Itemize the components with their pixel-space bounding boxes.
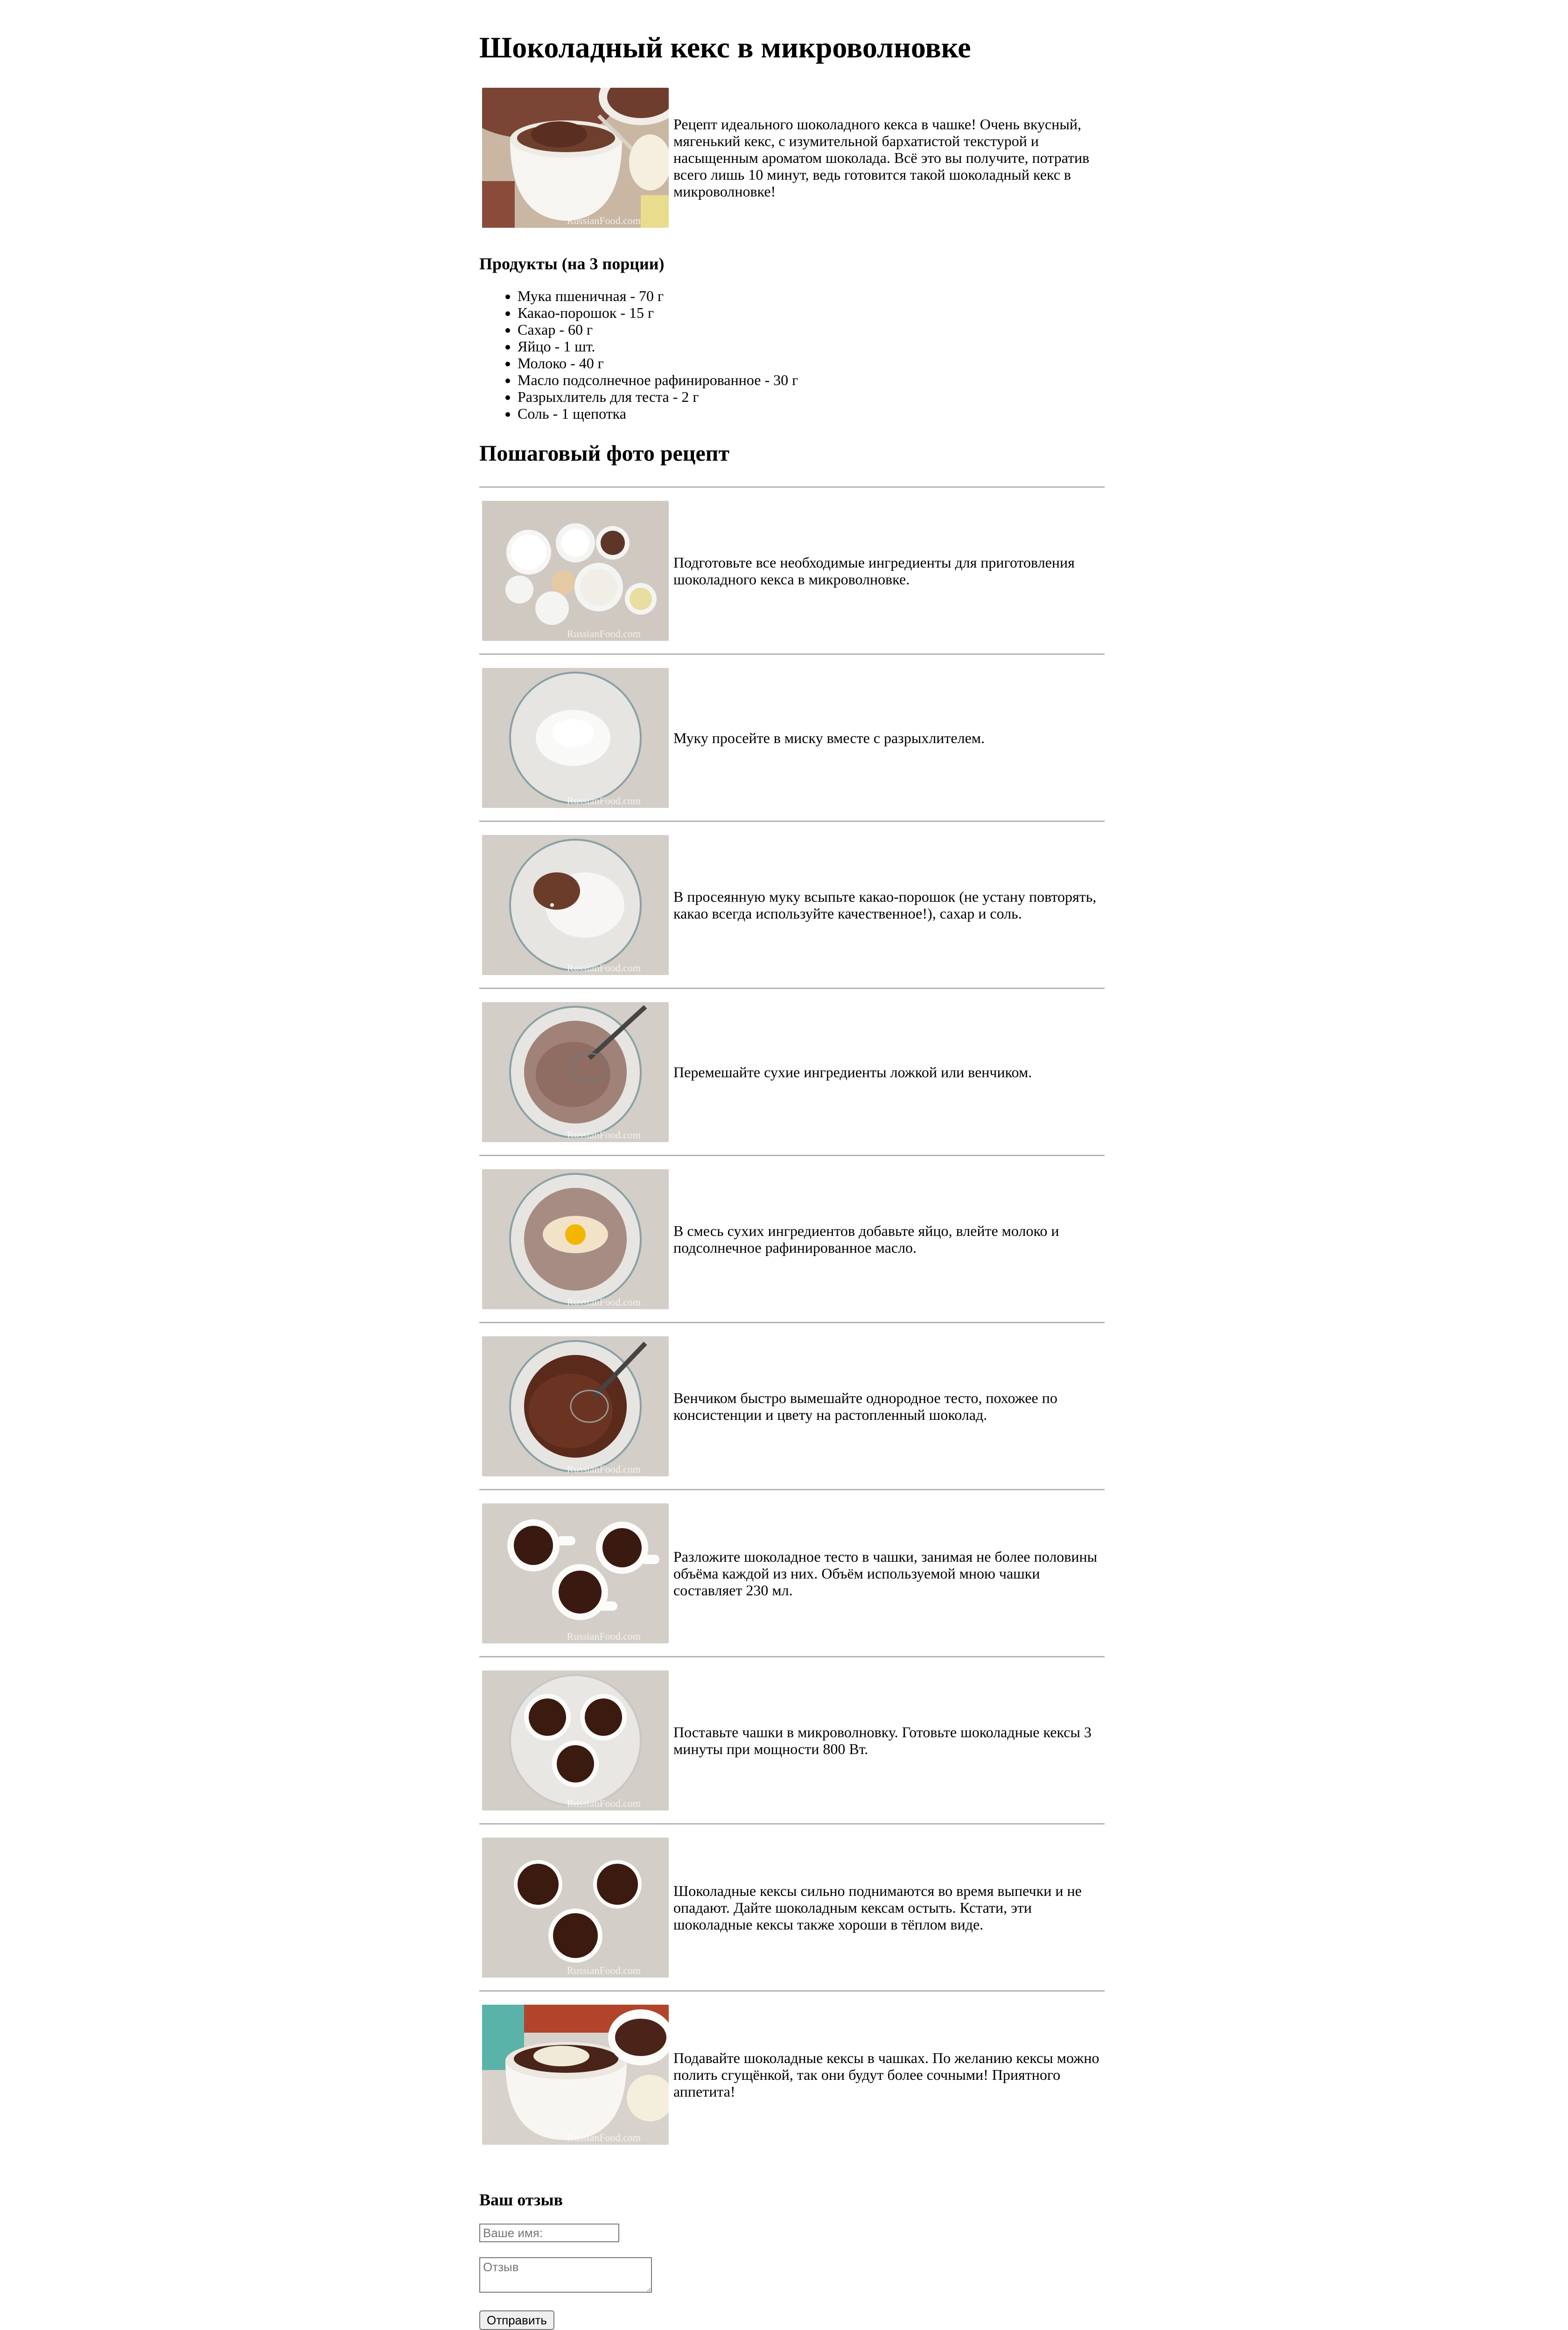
- step-photo: RussianFood.com: [482, 2004, 669, 2145]
- ingredient-item: Соль - 1 щепотка: [518, 405, 1105, 422]
- step-photo: RussianFood.com: [482, 1837, 669, 1978]
- photo-watermark: RussianFood.com: [567, 1964, 641, 1976]
- step-row: RussianFood.com В смесь сухих ингредиент…: [479, 1155, 1105, 1322]
- step-text: Венчиком быстро вымешайте однородное тес…: [673, 1389, 1057, 1423]
- step-photo: RussianFood.com: [482, 1336, 669, 1476]
- intro-photo: RussianFood.com: [482, 88, 669, 228]
- step-row: RussianFood.com В просеянную муку всыпьт…: [479, 821, 1105, 988]
- step-row: RussianFood.com Шоколадные кексы сильно …: [479, 1823, 1105, 1990]
- submit-button[interactable]: Отправить: [479, 2310, 554, 2330]
- step-text: Муку просейте в миску вместе с разрыхлит…: [673, 729, 985, 746]
- step-text: В просеянную муку всыпьте какао-порошок …: [673, 888, 1097, 922]
- feedback-heading: Ваш отзыв: [479, 2190, 563, 2209]
- step-text: Шоколадные кексы сильно поднимаются во в…: [673, 1882, 1082, 1933]
- photo-watermark: RussianFood.com: [567, 215, 641, 226]
- photo-watermark: RussianFood.com: [567, 961, 641, 974]
- photo-watermark: RussianFood.com: [567, 627, 641, 639]
- step-text: Поставьте чашки в микроволновку. Готовьт…: [673, 1723, 1092, 1757]
- intro-text: Рецепт идеального шоколадного кекса в ча…: [673, 116, 1090, 200]
- ingredient-item: Разрыхлитель для теста - 2 г: [518, 388, 1105, 405]
- step-photo: RussianFood.com: [482, 835, 669, 975]
- step-row: RussianFood.com Перемешайте сухие ингред…: [479, 988, 1105, 1155]
- step-photo: RussianFood.com: [482, 667, 669, 808]
- step-row: RussianFood.com Разложите шоколадное тес…: [479, 1489, 1105, 1656]
- step-photo: RussianFood.com: [482, 1670, 669, 1811]
- ingredients-list: Мука пшеничная - 70 г Какао-порошок - 15…: [479, 288, 1105, 422]
- step-text: Перемешайте сухие ингредиенты ложкой или…: [673, 1063, 1032, 1081]
- intro-block: RussianFood.com Рецепт идеального шокола…: [479, 85, 1105, 231]
- feedback-form: Ваш отзыв Отправить: [479, 2190, 1105, 2330]
- page-title: Шоколадный кекс в микроволновке: [479, 31, 971, 64]
- ingredient-item: Какао-порошок - 15 г: [518, 304, 1105, 321]
- ingredient-item: Масло подсолнечное рафинированное - 30 г: [518, 372, 1105, 388]
- ingredient-item: Мука пшеничная - 70 г: [518, 288, 1105, 304]
- photo-watermark: RussianFood.com: [567, 1296, 641, 1308]
- recipe-page: Шоколадный кекс в микроволновке RussianF…: [479, 0, 1105, 2330]
- step-photo: RussianFood.com: [482, 1169, 669, 1309]
- review-textarea[interactable]: [479, 2257, 652, 2293]
- step-row: RussianFood.com Поставьте чашки в микров…: [479, 1656, 1105, 1823]
- ingredient-item: Яйцо - 1 шт.: [518, 338, 1105, 355]
- photo-watermark: RussianFood.com: [567, 1129, 641, 1141]
- name-input[interactable]: [479, 2224, 619, 2242]
- step-row: RussianFood.com Подготовьте все необходи…: [479, 486, 1105, 653]
- step-text: Разложите шоколадное тесто в чашки, зани…: [673, 1548, 1098, 1599]
- step-row: RussianFood.com Венчиком быстро вымешайт…: [479, 1322, 1105, 1489]
- photo-watermark: RussianFood.com: [567, 1630, 641, 1642]
- step-photo: RussianFood.com: [482, 500, 669, 641]
- ingredient-item: Молоко - 40 г: [518, 355, 1105, 372]
- step-photo: RussianFood.com: [482, 1503, 669, 1643]
- photo-watermark: RussianFood.com: [567, 1797, 641, 1809]
- photo-watermark: RussianFood.com: [567, 794, 641, 807]
- step-text: Подготовьте все необходимые ингредиенты …: [673, 554, 1075, 588]
- step-row: RussianFood.com Подавайте шоколадные кек…: [479, 1990, 1105, 2157]
- ingredient-item: Сахар - 60 г: [518, 321, 1105, 338]
- step-text: Подавайте шоколадные кексы в чашках. По …: [673, 2049, 1099, 2100]
- step-row: RussianFood.com Муку просейте в миску вм…: [479, 653, 1105, 821]
- steps-heading: Пошаговый фото рецепт: [479, 441, 730, 466]
- photo-watermark: RussianFood.com: [567, 1463, 641, 1475]
- step-photo: RussianFood.com: [482, 1002, 669, 1142]
- step-text: В смесь сухих ингредиентов добавьте яйцо…: [673, 1222, 1059, 1256]
- photo-watermark: RussianFood.com: [567, 2131, 641, 2143]
- steps-list: RussianFood.com Подготовьте все необходи…: [479, 486, 1105, 2157]
- ingredients-heading: Продукты (на 3 порции): [479, 254, 665, 273]
